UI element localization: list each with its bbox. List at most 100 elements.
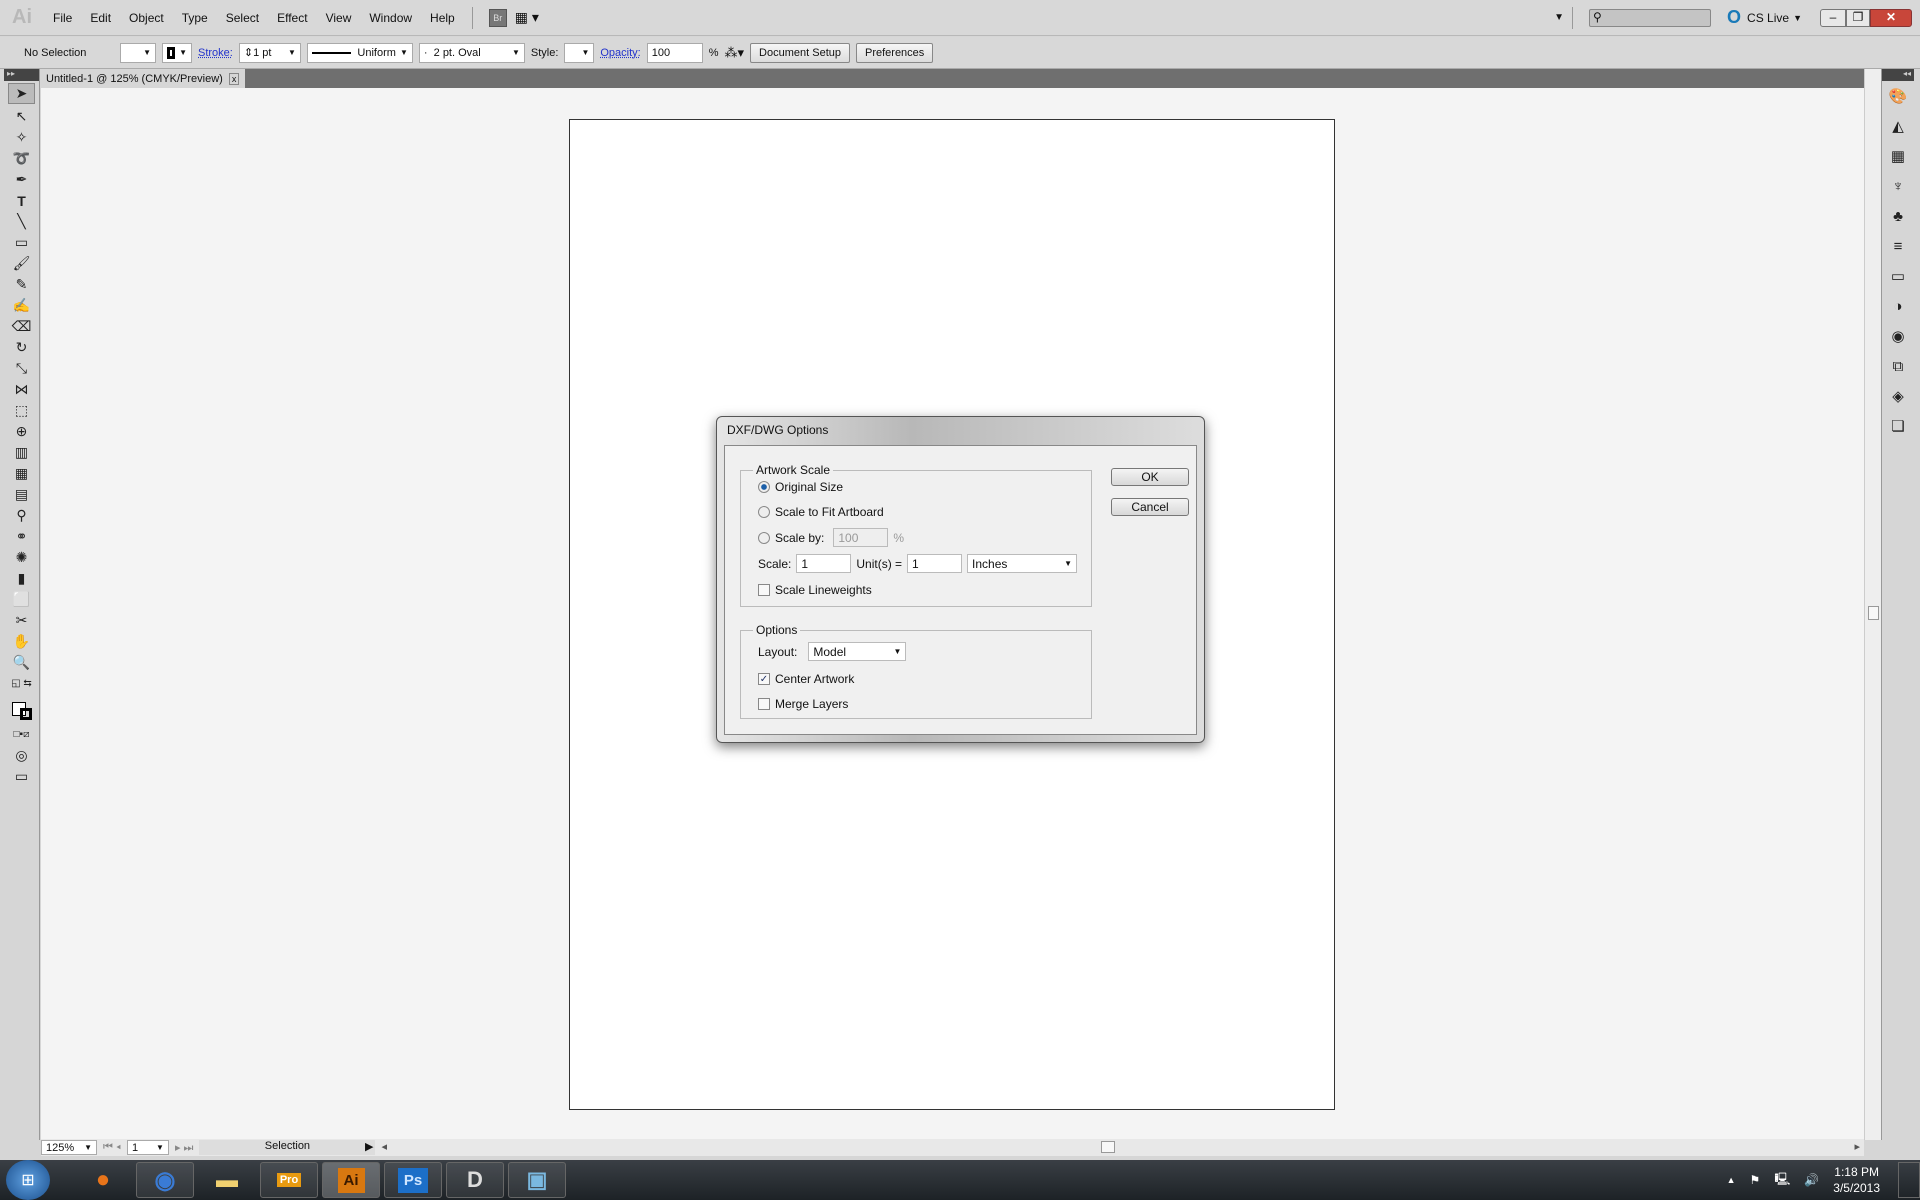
radio[interactable] [758, 531, 770, 544]
restore-button[interactable]: ❐ [1846, 8, 1870, 27]
swatches-panel-icon[interactable]: ▦ [1882, 141, 1914, 171]
stroke-panel-icon[interactable]: ≡ [1882, 231, 1914, 261]
shape-builder-tool-icon[interactable]: ⊕ [4, 421, 39, 442]
arrange-documents-icon[interactable]: ▦ ▾ [515, 9, 539, 26]
gradient-tool-icon[interactable]: ▤ [4, 484, 39, 505]
layers-panel-icon[interactable]: ◈ [1882, 381, 1914, 411]
menu-object[interactable]: Object [129, 11, 164, 25]
pencil-tool-icon[interactable]: ✎ [4, 274, 39, 295]
artboard-tool-icon[interactable]: ⬜ [4, 589, 39, 610]
document-tab[interactable]: Untitled-1 @ 125% (CMYK/Preview) x [40, 69, 246, 88]
show-hidden-icons-icon[interactable]: ▲ [1727, 1175, 1736, 1185]
scale-field[interactable]: 1 [796, 554, 852, 573]
close-tab-icon[interactable]: x [228, 72, 240, 85]
taskbar-firefox[interactable]: ● [74, 1162, 132, 1198]
appearance-panel-icon[interactable]: ◉ [1882, 321, 1914, 351]
taskbar-chrome[interactable]: ◉ [136, 1162, 194, 1198]
checkbox-checked[interactable]: ✓ [758, 673, 770, 685]
panel-expand-icon[interactable]: ◂◂ [1882, 69, 1914, 81]
hand-tool-icon[interactable]: ✋ [4, 631, 39, 652]
network-icon[interactable]: 🖳 [1774, 1170, 1790, 1191]
menu-file[interactable]: File [53, 11, 72, 25]
action-center-flag-icon[interactable]: ⚑ [1750, 1173, 1761, 1187]
preferences-button[interactable]: Preferences [855, 42, 934, 63]
color-guide-icon[interactable]: ◭ [1882, 111, 1914, 141]
stroke-swatch[interactable]: ▼ [162, 42, 192, 63]
mesh-tool-icon[interactable]: ▦ [4, 463, 39, 484]
scale-tool-icon[interactable]: ⤡ [4, 358, 39, 379]
show-desktop-button[interactable] [1898, 1162, 1920, 1198]
close-button[interactable]: ✕ [1870, 8, 1912, 27]
slice-tool-icon[interactable]: ✂ [4, 610, 39, 631]
menu-help[interactable]: Help [430, 11, 455, 25]
status-tool-display[interactable]: Selection ▶ [199, 1140, 376, 1155]
zoom-level-dropdown[interactable]: 125% ▼ [41, 1140, 97, 1155]
workspace-dropdown[interactable]: ▼ [1554, 12, 1564, 23]
zoom-tool-icon[interactable]: 🔍 [4, 652, 39, 673]
line-tool-icon[interactable]: ╲ [4, 211, 39, 232]
taskbar-pro-app[interactable]: Pro [260, 1162, 318, 1198]
stroke-link[interactable]: Stroke: [198, 47, 233, 59]
panel-collapse-icon[interactable]: ▸▸ [4, 69, 39, 81]
scale-by-radio[interactable]: Scale by: 100 % [758, 528, 904, 547]
screen-mode-icon[interactable]: ▭ [4, 766, 39, 787]
horizontal-scrollbar[interactable]: ◂ ▸ [381, 1140, 1864, 1155]
recolor-artwork-icon[interactable]: ⁂▾ [725, 45, 745, 61]
checkbox[interactable] [758, 698, 770, 710]
opacity-link[interactable]: Opacity: [600, 47, 640, 59]
menu-edit[interactable]: Edit [90, 11, 111, 25]
taskbar-illustrator[interactable]: Ai [322, 1162, 380, 1198]
transparency-panel-icon[interactable]: ◑ [1882, 291, 1914, 321]
clock[interactable]: 1:18 PM 3/5/2013 [1833, 1164, 1880, 1196]
lasso-tool-icon[interactable]: ➰ [4, 148, 39, 169]
menu-select[interactable]: Select [226, 11, 259, 25]
cancel-button[interactable]: Cancel [1111, 498, 1189, 516]
merge-layers-checkbox[interactable]: Merge Layers [758, 697, 848, 711]
radio-selected[interactable] [758, 481, 770, 493]
artboards-panel-icon[interactable]: ❏ [1882, 411, 1914, 441]
original-size-radio[interactable]: Original Size [758, 480, 843, 494]
first-artboard-button[interactable]: ⏮ ◂ [103, 1141, 121, 1154]
graphic-styles-panel-icon[interactable]: ⧉ [1882, 351, 1914, 381]
taskbar-explorer[interactable]: ▬ [198, 1162, 256, 1198]
taskbar-d-app[interactable]: D [446, 1162, 504, 1198]
fill-swatch[interactable]: ▼ [120, 42, 156, 63]
swap-fill-stroke-icon[interactable]: ◱ ⇆ [4, 673, 39, 694]
color-mode-icons[interactable]: □▪⧄ [4, 724, 39, 745]
magic-wand-tool-icon[interactable]: ✧ [4, 127, 39, 148]
eraser-tool-icon[interactable]: ⌫ [4, 316, 39, 337]
ok-button[interactable]: OK [1111, 468, 1189, 486]
artboard-number-dropdown[interactable]: 1 ▼ [126, 1140, 169, 1155]
blend-tool-icon[interactable]: ⚭ [4, 526, 39, 547]
radio[interactable] [758, 506, 770, 518]
type-tool-icon[interactable]: T [4, 190, 39, 211]
rectangle-tool-icon[interactable]: ▭ [4, 232, 39, 253]
rotate-tool-icon[interactable]: ↻ [4, 337, 39, 358]
gradient-panel-icon[interactable]: ▭ [1882, 261, 1914, 291]
selection-tool-icon[interactable]: ➤ [8, 83, 35, 104]
vertical-scrollbar[interactable] [1864, 69, 1881, 1140]
taskbar-photoshop[interactable]: Ps [384, 1162, 442, 1198]
cs-live-menu[interactable]: CS Live [1747, 11, 1789, 25]
taskbar-photo-viewer[interactable]: ▣ [508, 1162, 566, 1198]
menu-type[interactable]: Type [182, 11, 208, 25]
search-input[interactable]: ⚲ [1589, 8, 1712, 27]
brushes-panel-icon[interactable]: ♆ [1882, 171, 1914, 201]
width-tool-icon[interactable]: ⋈ [4, 379, 39, 400]
menu-effect[interactable]: Effect [277, 11, 307, 25]
last-artboard-button[interactable]: ▸ ⏭ [175, 1141, 193, 1155]
document-setup-button[interactable]: Document Setup [750, 42, 850, 63]
start-button[interactable]: ⊞ [6, 1160, 50, 1200]
scale-lineweights-checkbox[interactable]: Scale Lineweights [758, 583, 872, 597]
menu-window[interactable]: Window [369, 11, 412, 25]
bridge-button[interactable]: Br [488, 8, 507, 27]
units-field[interactable]: 1 [907, 554, 963, 573]
opacity-field[interactable]: 100 [646, 42, 703, 63]
center-artwork-checkbox[interactable]: ✓ Center Artwork [758, 672, 854, 686]
perspective-grid-tool-icon[interactable]: ▥ [4, 442, 39, 463]
blob-brush-tool-icon[interactable]: ✍ [4, 295, 39, 316]
free-transform-tool-icon[interactable]: ⬚ [4, 400, 39, 421]
pen-tool-icon[interactable]: ✒ [4, 169, 39, 190]
symbols-panel-icon[interactable]: ♣ [1882, 201, 1914, 231]
variable-width-profile[interactable]: Uniform ▼ [306, 42, 413, 63]
